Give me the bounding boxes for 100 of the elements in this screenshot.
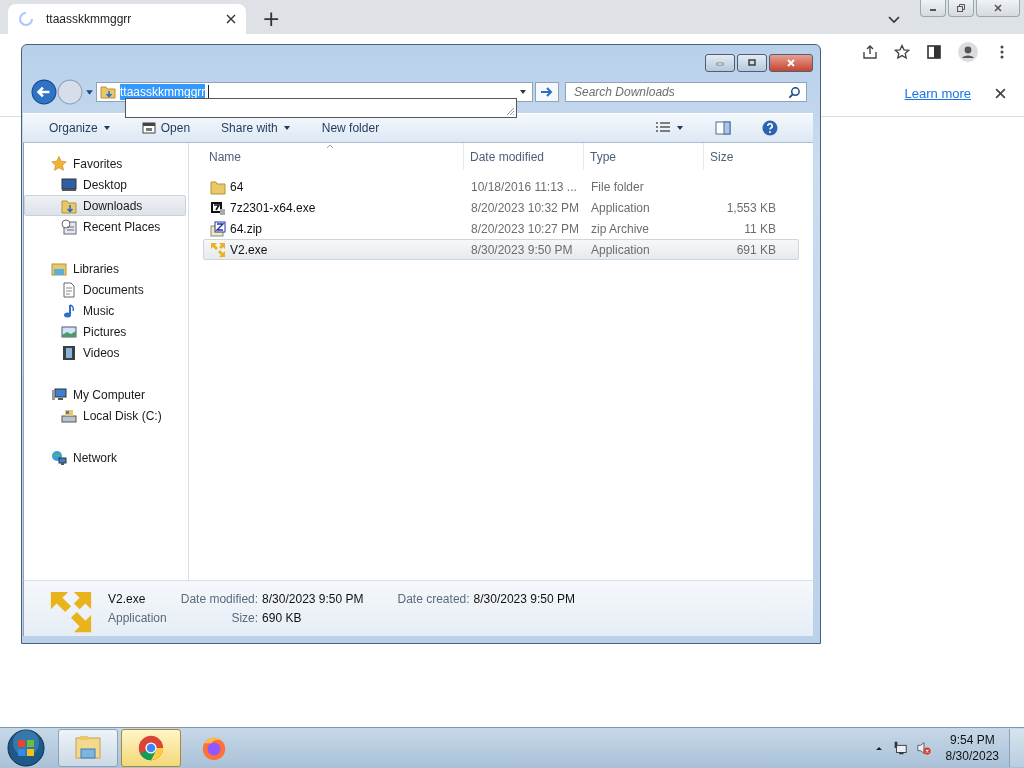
file-name: V2.exe	[108, 592, 147, 606]
downloads-folder-icon	[100, 84, 116, 100]
navigation-item[interactable]: Libraries	[24, 258, 186, 279]
zip-file-icon	[210, 220, 226, 237]
chrome-taskbar-button[interactable]	[121, 729, 181, 767]
recent-icon	[61, 218, 77, 235]
chevron-down-icon[interactable]	[888, 16, 900, 24]
start-button[interactable]	[6, 728, 46, 768]
star-icon[interactable]	[894, 44, 910, 60]
file-name: V2.exe	[230, 242, 268, 257]
pane-icon	[715, 120, 731, 136]
navigation-item[interactable]: Favorites	[24, 153, 186, 174]
property-value: 8/30/2023 9:50 PM	[262, 592, 364, 606]
computer-icon	[51, 386, 67, 403]
profile-icon[interactable]	[958, 42, 978, 62]
restore-icon	[956, 3, 966, 13]
close-icon	[993, 3, 1003, 13]
maximize-button[interactable]	[737, 54, 767, 72]
caret-icon	[282, 125, 291, 131]
disk-icon	[61, 407, 77, 424]
property-label: Date created:	[397, 592, 470, 606]
resize-grip-icon[interactable]	[505, 106, 515, 116]
file-row[interactable]: V2.exe 8/30/2023 9:50 PM Application 691 KB	[203, 239, 799, 260]
file-type: Application	[108, 611, 167, 625]
side-panel-icon[interactable]	[926, 44, 942, 60]
learn-more-link[interactable]: Learn more	[904, 85, 971, 101]
document-icon	[61, 281, 77, 298]
app-icon	[210, 199, 226, 216]
pictures-icon	[61, 323, 77, 340]
file-type: zip Archive	[591, 221, 650, 236]
file-size: 691 KB	[736, 242, 776, 257]
date-modified: 10/18/2016 11:13 ...	[471, 179, 577, 194]
go-button[interactable]	[535, 82, 559, 102]
star-icon	[51, 155, 67, 172]
close-icon[interactable]	[226, 14, 236, 24]
new-tab-button[interactable]: +	[258, 6, 285, 32]
network-icon	[51, 449, 67, 466]
muted-speaker-icon[interactable]	[915, 740, 932, 756]
search-field[interactable]: Search Downloads	[565, 82, 807, 102]
date-modified: 8/30/2023 9:50 PM	[471, 242, 573, 257]
toolbar-button[interactable]: Organize	[39, 116, 121, 140]
file-size: 1,553 KB	[726, 200, 776, 215]
file-size: 11 KB	[744, 221, 776, 236]
back-button[interactable]	[31, 79, 57, 105]
navigation-item[interactable]: Videos	[24, 342, 186, 363]
folder-icon	[210, 178, 226, 195]
restore-button[interactable]	[948, 0, 974, 17]
close-button[interactable]	[976, 0, 1020, 17]
minimize-button[interactable]	[705, 54, 735, 72]
desktop-icon	[61, 176, 77, 193]
property-label: Date modified:	[180, 592, 259, 606]
maximize-icon	[746, 59, 758, 67]
music-icon	[61, 302, 77, 319]
date-modified: 8/20/2023 10:32 PM	[471, 200, 580, 215]
column-header[interactable]: Name	[203, 143, 464, 170]
close-icon[interactable]	[995, 87, 1006, 99]
minimize-button[interactable]	[920, 0, 946, 17]
help-icon	[762, 120, 778, 136]
toolbar-button[interactable]: Share with	[211, 116, 301, 140]
videos-icon	[61, 344, 77, 361]
file-name: 7z2301-x64.exe	[230, 200, 316, 215]
navigation-item[interactable]: Music	[24, 300, 186, 321]
column-header[interactable]: Date modified	[464, 143, 584, 170]
file-row[interactable]: 64 10/18/2016 11:13 ... File folder	[203, 176, 799, 197]
clock[interactable]: 9:54 PM 8/30/2023	[945, 732, 999, 764]
navigation-item[interactable]: Downloads	[24, 195, 186, 216]
arrow-right-icon	[540, 86, 554, 98]
navigation-item[interactable]: Network	[24, 447, 186, 468]
file-row[interactable]: 7z2301-x64.exe 8/20/2023 10:32 PM Application 1,553 KB	[203, 197, 799, 218]
caret-icon	[102, 125, 111, 131]
browser-icon	[136, 734, 166, 762]
navigation-item[interactable]: Recent Places	[24, 216, 186, 237]
close-icon	[785, 59, 797, 67]
search-icon	[788, 85, 801, 99]
property-value: 690 KB	[262, 611, 303, 625]
file-type: Application	[591, 200, 650, 215]
browser-tab[interactable]: ttaasskkmmggrr	[8, 4, 246, 34]
minimize-icon	[714, 59, 726, 67]
dropdown-icon[interactable]	[519, 89, 527, 95]
navigation-item[interactable]: Documents	[24, 279, 186, 300]
file-row[interactable]: 64.zip 8/20/2023 10:27 PM zip Archive 11 KB	[203, 218, 799, 239]
navigation-item[interactable]: My Computer	[24, 384, 186, 405]
window-icon	[141, 122, 156, 134]
close-button[interactable]	[769, 54, 813, 72]
navigation-item[interactable]: Desktop	[24, 174, 186, 195]
column-header[interactable]: Size	[704, 143, 779, 170]
arrows-icon	[48, 589, 94, 635]
toolbar-button[interactable]: New folder	[311, 116, 390, 140]
property-value: 8/30/2023 9:50 PM	[473, 592, 575, 606]
navigation-item[interactable]: Pictures	[24, 321, 186, 342]
downloads-icon	[61, 197, 77, 214]
tab-title: ttaasskkmmggrr	[46, 12, 133, 26]
file-name: 64	[230, 179, 244, 194]
navigation-item[interactable]: Local Disk (C:)	[24, 405, 186, 426]
caret-icon	[676, 125, 684, 131]
folder-icon	[73, 734, 103, 762]
share-icon[interactable]	[862, 44, 878, 60]
recent-pages-icon[interactable]	[85, 88, 94, 96]
sort-caret-icon	[326, 144, 334, 149]
column-header[interactable]: Type	[584, 143, 704, 170]
